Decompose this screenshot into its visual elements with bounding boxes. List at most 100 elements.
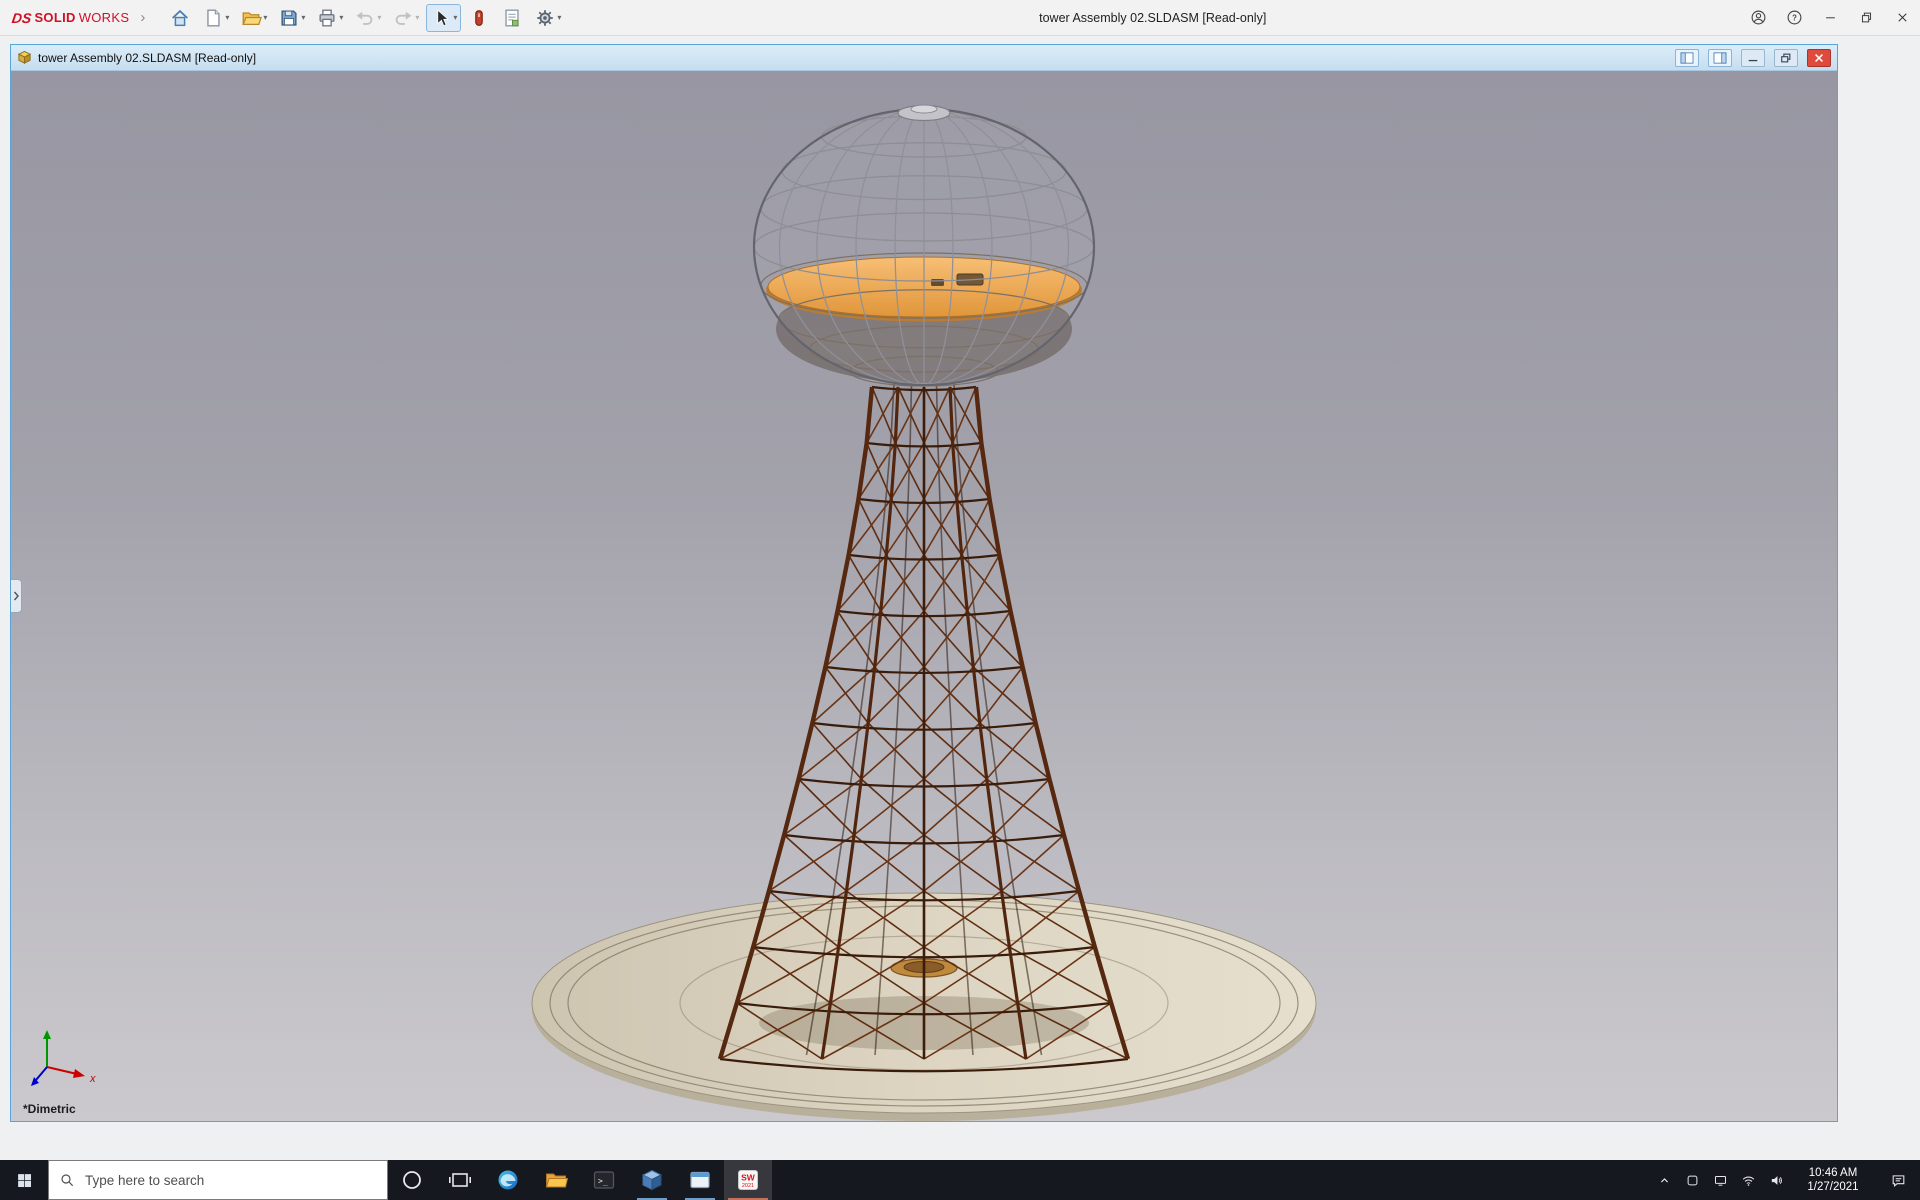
split-pane-right-icon [1713, 52, 1727, 64]
restore-icon [1859, 10, 1874, 25]
undo-button[interactable]: ▾ [350, 4, 385, 32]
svg-text:SW: SW [741, 1173, 756, 1183]
restore-button[interactable] [1848, 0, 1884, 35]
chevron-right-icon [13, 591, 19, 601]
tray-app-icon [1685, 1173, 1700, 1188]
dropdown-caret-icon[interactable]: ▾ [557, 13, 561, 22]
tower-assembly-model[interactable] [11, 71, 1837, 1121]
document-title: tower Assembly 02.SLDASM [Read-only] [38, 51, 256, 65]
terminal-button[interactable]: >_ [580, 1160, 628, 1200]
windows-taskbar: >_ SW2021 10:46 AM 1/27/2021 [0, 1160, 1920, 1200]
hidden-icons-button[interactable] [1650, 1160, 1678, 1200]
chevron-up-icon [1657, 1173, 1672, 1188]
edge-button[interactable] [484, 1160, 532, 1200]
task-view-button[interactable] [436, 1160, 484, 1200]
volume-button[interactable] [1762, 1160, 1790, 1200]
wifi-icon [1741, 1173, 1756, 1188]
minimize-icon [1823, 10, 1838, 25]
svg-text:2021: 2021 [742, 1183, 754, 1189]
select-tool-button[interactable]: ▾ [426, 4, 461, 32]
document-titlebar[interactable]: tower Assembly 02.SLDASM [Read-only] [11, 45, 1837, 71]
account-button[interactable] [1740, 0, 1776, 35]
svg-text:?: ? [1792, 13, 1797, 22]
cad-viewer-button[interactable] [628, 1160, 676, 1200]
minimize-button[interactable] [1812, 0, 1848, 35]
document-close-button[interactable] [1807, 49, 1831, 67]
start-button[interactable] [0, 1160, 48, 1200]
file-explorer-button[interactable] [532, 1160, 580, 1200]
dropdown-caret-icon[interactable]: ▾ [263, 13, 267, 22]
dropdown-caret-icon[interactable]: ▾ [377, 13, 381, 22]
print-button[interactable]: ▾ [312, 4, 347, 32]
windows-logo-icon [16, 1172, 33, 1189]
lattice-tower[interactable] [720, 383, 1128, 1071]
user-account-icon [1750, 9, 1767, 26]
solidworks-2021-button[interactable]: SW2021 [724, 1160, 772, 1200]
new-document-button[interactable]: ▾ [198, 4, 233, 32]
display-settings-button[interactable] [1706, 1160, 1734, 1200]
home-icon [169, 7, 191, 29]
network-button[interactable] [1734, 1160, 1762, 1200]
solidworks-logo: DS SOLIDWORKS › [12, 9, 145, 26]
dropdown-caret-icon[interactable]: ▾ [225, 13, 229, 22]
action-center-button[interactable] [1876, 1160, 1920, 1200]
close-icon [1895, 10, 1910, 25]
view-orientation-label: *Dimetric [23, 1102, 76, 1116]
file-properties-button[interactable] [497, 4, 527, 32]
dropdown-caret-icon[interactable]: ▾ [339, 13, 343, 22]
x-axis-label: x [89, 1073, 96, 1085]
app-titlebar: DS SOLIDWORKS › ▾ ▾ ▾ ▾ ▾ ▾ [0, 0, 1920, 36]
file-explorer-icon [544, 1168, 568, 1192]
search-input[interactable] [83, 1172, 377, 1189]
pane-toggle-left-button[interactable] [1675, 49, 1699, 67]
save-button[interactable]: ▾ [274, 4, 309, 32]
app-window-icon [688, 1168, 712, 1192]
cortana-icon [400, 1168, 424, 1192]
print-icon [316, 7, 338, 29]
app-window-button[interactable] [676, 1160, 724, 1200]
dropdown-caret-icon[interactable]: ▾ [453, 13, 457, 22]
mouse-icon [468, 7, 490, 29]
dropdown-caret-icon[interactable]: ▾ [415, 13, 419, 22]
dome-cage[interactable] [754, 105, 1094, 386]
mouse-gestures-button[interactable] [464, 4, 494, 32]
brand-solid-text: SOLID [34, 10, 75, 25]
search-icon [59, 1172, 75, 1188]
tray-app-button[interactable] [1678, 1160, 1706, 1200]
open-button[interactable]: ▾ [236, 4, 271, 32]
dropdown-caret-icon[interactable]: ▾ [301, 13, 305, 22]
brand-works-text: WORKS [79, 10, 130, 25]
document-minimize-button[interactable] [1741, 49, 1765, 67]
cortana-button[interactable] [388, 1160, 436, 1200]
y-axis-arrow [43, 1030, 51, 1039]
restore-icon [1779, 52, 1793, 64]
split-pane-left-icon [1680, 52, 1694, 64]
document-window: tower Assembly 02.SLDASM [Read-only] [10, 44, 1838, 1122]
gear-icon [534, 7, 556, 29]
clock[interactable]: 10:46 AM 1/27/2021 [1790, 1160, 1876, 1200]
options-button[interactable]: ▾ [530, 4, 565, 32]
help-icon: ? [1786, 9, 1803, 26]
orientation-triad[interactable]: x [25, 1025, 109, 1097]
menu-expand-chevron-icon[interactable]: › [140, 9, 145, 26]
pane-toggle-right-button[interactable] [1708, 49, 1732, 67]
featuremanager-collapsed-tab[interactable] [11, 579, 22, 613]
x-axis-arrow [73, 1069, 85, 1078]
speaker-icon [1769, 1173, 1784, 1188]
save-icon [278, 7, 300, 29]
assembly-icon [17, 50, 32, 65]
help-button[interactable]: ? [1776, 0, 1812, 35]
redo-button[interactable]: ▾ [388, 4, 423, 32]
solidworks-2021-icon: SW2021 [736, 1168, 760, 1192]
graphics-area[interactable]: x *Dimetric [11, 71, 1837, 1121]
document-restore-button[interactable] [1774, 49, 1798, 67]
clock-date: 1/27/2021 [1807, 1180, 1858, 1194]
taskbar-search[interactable] [48, 1160, 388, 1200]
open-folder-icon [240, 7, 262, 29]
monitor-icon [1713, 1173, 1728, 1188]
quick-access-toolbar: ▾ ▾ ▾ ▾ ▾ ▾ ▾ [165, 4, 565, 32]
edge-icon [496, 1168, 520, 1192]
home-button[interactable] [165, 4, 195, 32]
minimize-icon [1746, 52, 1760, 64]
close-button[interactable] [1884, 0, 1920, 35]
